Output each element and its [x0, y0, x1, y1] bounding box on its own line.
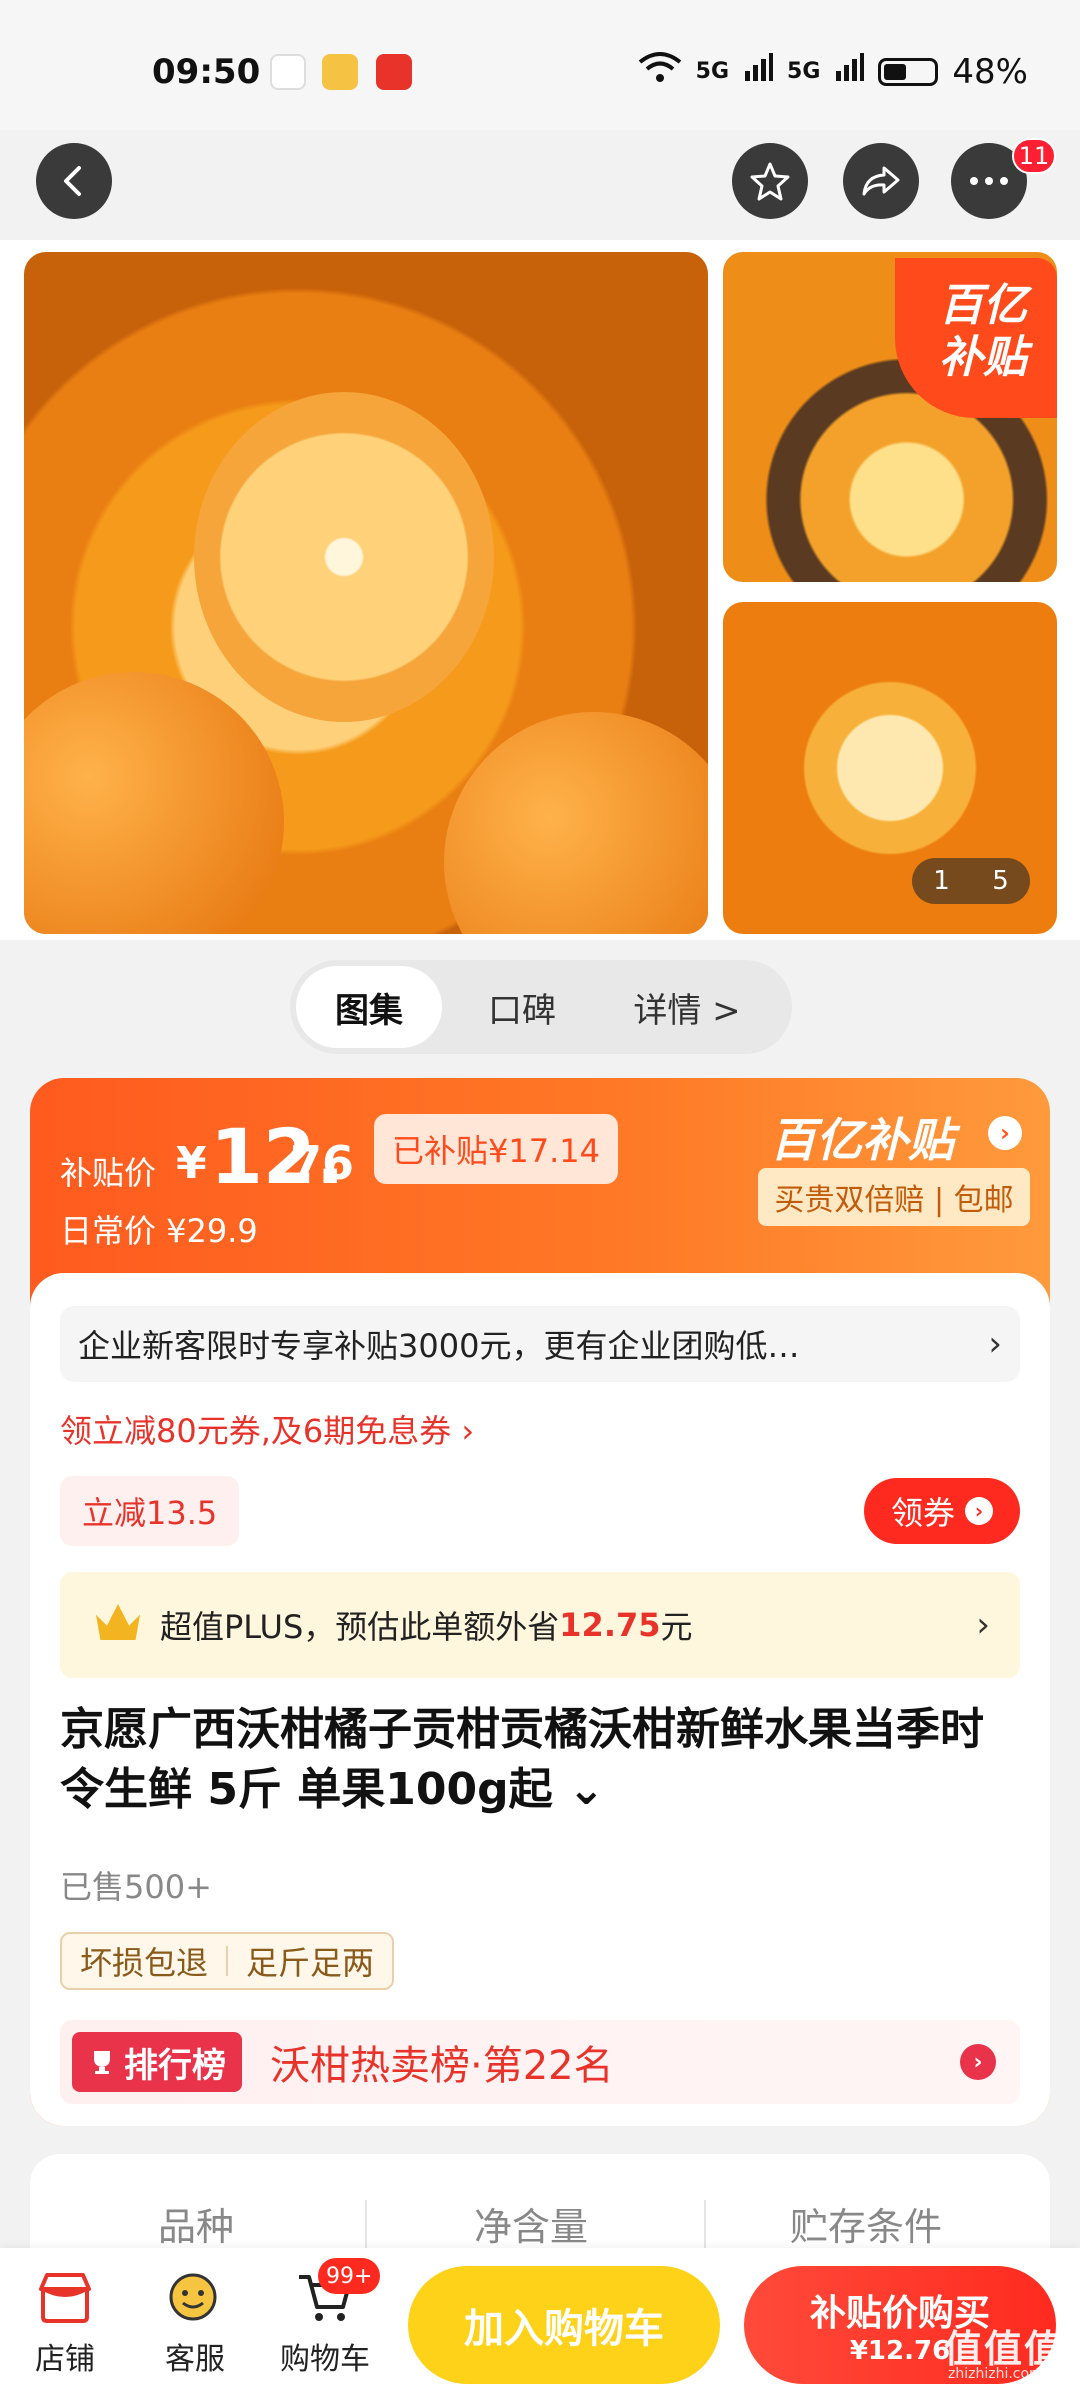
guarantee-badge: 买贵双倍赔 | 包邮 — [758, 1168, 1030, 1226]
service-tags[interactable]: 坏损包退 足斤足两 — [60, 1932, 395, 1990]
site-watermark-url: zhizhizhi.com — [948, 2366, 1043, 2382]
baidu-app-icon — [270, 54, 306, 90]
spec-divider — [704, 2200, 706, 2250]
subsidy-price-label: 补贴价 — [60, 1154, 157, 1192]
signal-5g-1: 5G — [695, 59, 730, 84]
status-time: 09:50 — [152, 52, 261, 92]
product-title[interactable]: 京愿广西沃柑橘子贡柑贡橘沃柑新鲜水果当季时令生鲜 5斤 单果100g起 ⌄ — [60, 1700, 1020, 1820]
favorite-button[interactable] — [732, 143, 808, 219]
service-tag: 坏损包退 — [80, 1944, 209, 1982]
price-decimal: 76 — [290, 1136, 355, 1190]
gallery-tabs: 图集 口碑 详情 > — [290, 960, 792, 1054]
more-dots-icon — [970, 177, 1008, 185]
ranking-badge: 排行榜 — [72, 2032, 242, 2092]
share-icon — [862, 166, 900, 196]
get-coupon-label: 领券 — [890, 1494, 955, 1532]
trophy-icon — [94, 2051, 110, 2074]
site-watermark: 值值值 — [944, 2327, 1065, 2371]
temu-app-icon — [376, 54, 412, 90]
chevron-right-icon: › — [988, 1116, 1022, 1150]
crown-icon — [96, 1604, 140, 1640]
get-coupon-button[interactable]: 领券 › — [864, 1478, 1020, 1544]
spec-net-weight[interactable]: 净含量 — [474, 2196, 588, 2251]
image-pager: 1 5 — [912, 858, 1030, 904]
status-indicators: 5G 5G 48% — [638, 50, 1028, 93]
chevron-right-icon: › — [988, 1324, 1002, 1364]
chevron-right-icon: › — [960, 2044, 996, 2080]
star-icon — [750, 162, 790, 201]
subsidy-corner-line2: 补贴 — [939, 332, 1027, 383]
subsidized-amount-badge: 已补贴¥17.14 — [374, 1114, 618, 1184]
peeled-orange-shape — [194, 392, 494, 722]
battery-percent: 48% — [952, 51, 1028, 92]
service-tag: 足斤足两 — [246, 1944, 375, 1982]
tab-gallery[interactable]: 图集 — [296, 966, 442, 1048]
store-label: 店铺 — [35, 2342, 95, 2377]
customer-service-button[interactable]: 客服 — [140, 2268, 250, 2378]
signal-bars-icon — [743, 52, 774, 92]
ranking-badge-label: 排行榜 — [124, 2045, 226, 2086]
weibo-app-icon — [322, 54, 358, 90]
orange-shape — [444, 712, 708, 934]
enterprise-promo[interactable]: 企业新客限时专享补贴3000元，更有企业团购低… › — [60, 1306, 1020, 1382]
status-bar: 09:50 5G 5G 48% — [0, 0, 1080, 130]
store-icon — [33, 2268, 97, 2326]
customer-service-label: 客服 — [165, 2342, 225, 2377]
notification-badge: 11 — [1012, 138, 1056, 174]
add-to-cart-button[interactable]: 加入购物车 — [408, 2266, 720, 2384]
subsidy-corner-line1: 百亿 — [939, 280, 1027, 331]
pager-total: 5 — [992, 866, 1009, 896]
ranking-banner[interactable]: 排行榜 沃柑热卖榜·第22名 › — [60, 2020, 1020, 2104]
spec-storage[interactable]: 贮存条件 — [790, 2196, 942, 2251]
tab-details[interactable]: 详情 > — [602, 966, 772, 1048]
plus-savings-amount: 12.75 — [559, 1606, 661, 1644]
plus-savings-banner[interactable]: 超值PLUS，预估此单额外省 12.75 元 › — [60, 1572, 1020, 1678]
signal-5g-2: 5G — [787, 59, 821, 84]
pager-current: 1 — [933, 866, 950, 896]
subsidy-brand-link[interactable]: 百亿补贴 — [770, 1104, 954, 1170]
chevron-right-icon: › — [976, 1605, 990, 1645]
coupon-link[interactable]: 领立减80元券,及6期免息券 › — [60, 1406, 474, 1452]
plus-savings-prefix: 超值PLUS，预估此单额外省 — [160, 1608, 560, 1646]
chevron-right-icon: › — [965, 1497, 993, 1525]
enterprise-promo-text: 企业新客限时专享补贴3000元，更有企业团购低… — [78, 1327, 800, 1365]
sold-count: 已售500+ — [60, 1868, 212, 1906]
battery-icon — [878, 57, 939, 86]
product-image-main[interactable] — [24, 252, 708, 934]
share-button[interactable] — [843, 143, 919, 219]
plus-savings-suffix: 元 — [660, 1608, 693, 1646]
spec-divider — [365, 2200, 367, 2250]
ranking-text: 沃柑热卖榜·第22名 — [270, 2043, 614, 2089]
cart-count-badge: 99+ — [318, 2258, 381, 2294]
subsidy-corner-badge: 百亿 补贴 — [895, 258, 1057, 418]
daily-price: 日常价 ¥29.9 — [60, 1212, 258, 1250]
orange-shape — [24, 672, 284, 934]
store-button[interactable]: 店铺 — [10, 2268, 120, 2378]
back-button[interactable] — [36, 143, 112, 219]
customer-service-icon — [163, 2268, 227, 2326]
cart-label: 购物车 — [280, 2342, 370, 2377]
instant-discount-badge: 立减13.5 — [60, 1476, 240, 1546]
signal-bars-icon — [834, 52, 865, 92]
price-currency: ¥ — [176, 1138, 207, 1189]
tab-reviews[interactable]: 口碑 — [442, 966, 602, 1048]
buy-now-price: ¥12.76 — [849, 2336, 951, 2366]
wifi-icon — [638, 50, 682, 93]
spec-variety[interactable]: 品种 — [158, 2196, 234, 2251]
back-arrow-icon — [64, 166, 81, 196]
